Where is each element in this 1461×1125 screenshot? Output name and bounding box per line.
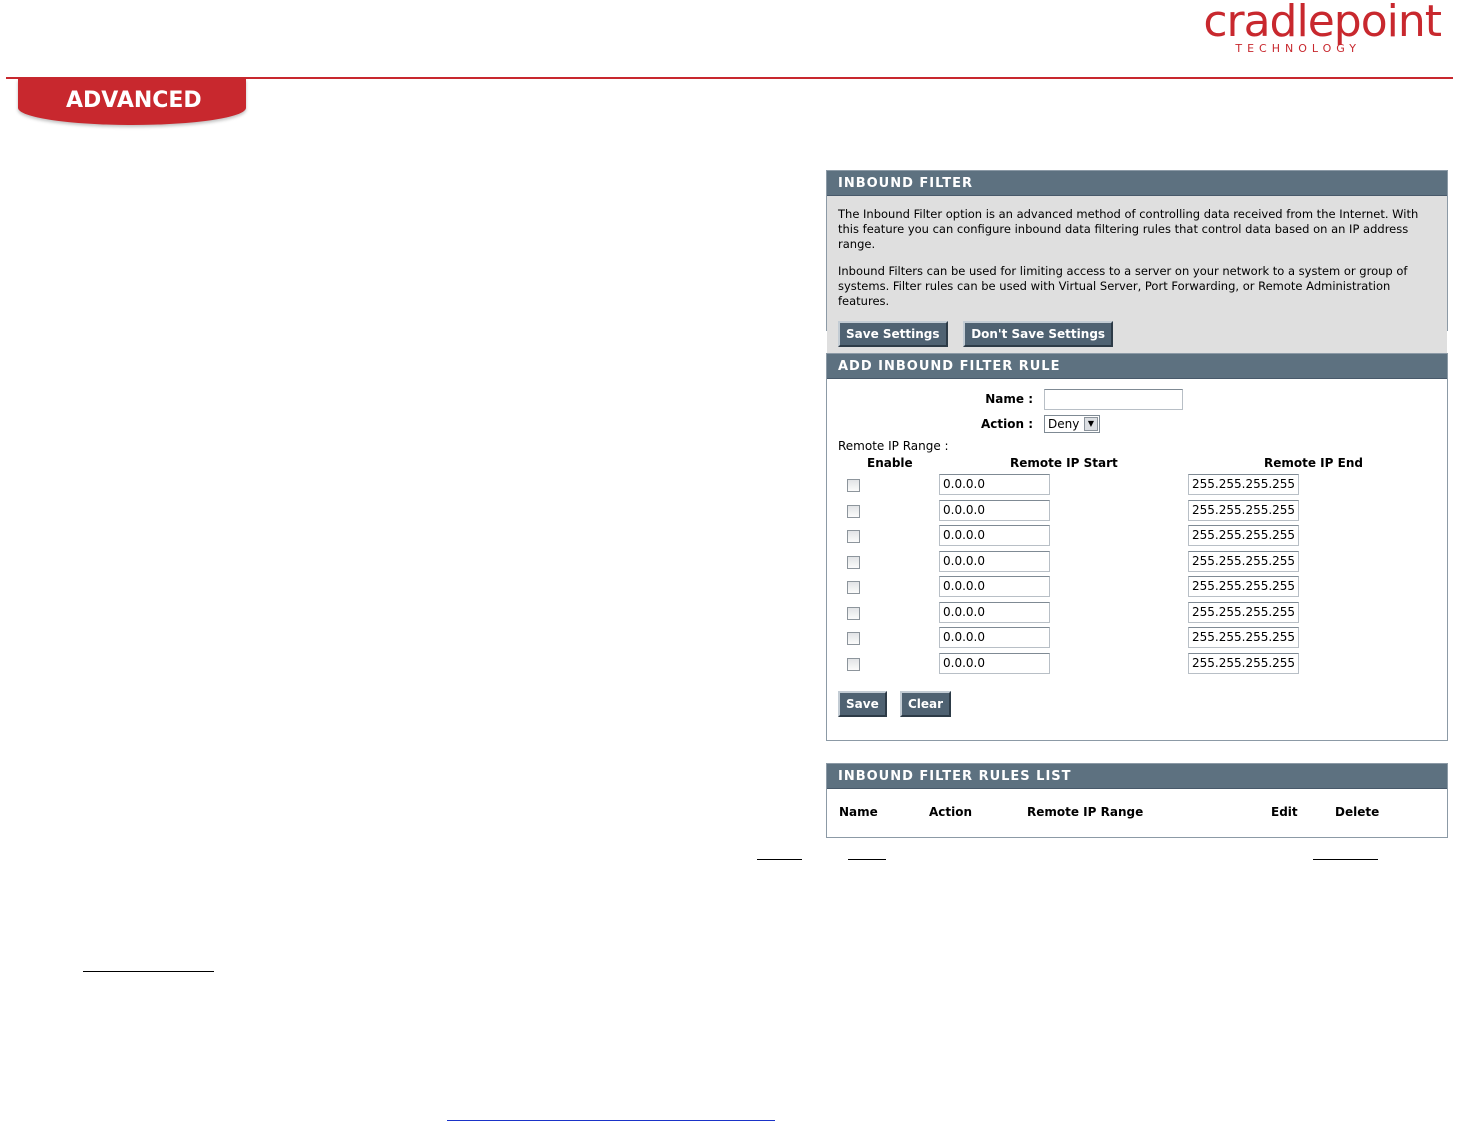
save-settings-button[interactable]: Save Settings (838, 321, 948, 347)
underline-mark (848, 859, 886, 860)
cradlepoint-logo: cradlepoint TECHNOLOGY (1203, 0, 1442, 55)
enable-checkbox[interactable] (847, 556, 860, 569)
section-tab-advanced: ADVANCED (18, 79, 246, 125)
underline-mark (1313, 859, 1378, 860)
panel-title: INBOUND FILTER (827, 171, 1447, 196)
ip-end-input[interactable]: 255.255.255.255 (1188, 576, 1299, 597)
range-column-header: Remote IP Range (1027, 805, 1144, 819)
enable-checkbox[interactable] (847, 607, 860, 620)
delete-column-header: Delete (1335, 805, 1380, 819)
enable-checkbox[interactable] (847, 479, 860, 492)
action-label: Action : (980, 417, 1033, 431)
enable-checkbox[interactable] (847, 530, 860, 543)
dont-save-settings-button[interactable]: Don't Save Settings (963, 321, 1114, 347)
enable-checkbox[interactable] (847, 632, 860, 645)
ip-start-input[interactable]: 0.0.0.0 (939, 627, 1050, 648)
ip-start-input[interactable]: 0.0.0.0 (939, 525, 1050, 546)
panel-title: INBOUND FILTER RULES LIST (827, 764, 1447, 789)
underline-mark (83, 971, 214, 972)
description-paragraph: Inbound Filters can be used for limiting… (838, 264, 1408, 308)
ip-start-input[interactable]: 0.0.0.0 (939, 653, 1050, 674)
enable-checkbox[interactable] (847, 581, 860, 594)
ip-end-input[interactable]: 255.255.255.255 (1188, 525, 1299, 546)
remote-ip-range-label: Remote IP Range : (838, 439, 949, 453)
ip-end-input[interactable]: 255.255.255.255 (1188, 500, 1299, 521)
action-selected-value: Deny (1048, 417, 1080, 431)
enable-column-header: Enable (867, 456, 913, 470)
ip-end-input[interactable]: 255.255.255.255 (1188, 653, 1299, 674)
rules-list-panel: INBOUND FILTER RULES LIST Name Action Re… (826, 763, 1448, 838)
description-paragraph: The Inbound Filter option is an advanced… (838, 207, 1419, 251)
ip-start-input[interactable]: 0.0.0.0 (939, 576, 1050, 597)
ip-start-input[interactable]: 0.0.0.0 (939, 602, 1050, 623)
save-button[interactable]: Save (838, 691, 887, 717)
panel-title: ADD INBOUND FILTER RULE (827, 354, 1447, 379)
clear-button[interactable]: Clear (900, 691, 952, 717)
underline-mark (757, 859, 802, 860)
ip-start-input[interactable]: 0.0.0.0 (939, 500, 1050, 521)
ip-end-column-header: Remote IP End (1264, 456, 1363, 470)
edit-column-header: Edit (1271, 805, 1298, 819)
action-select[interactable]: Deny ▼ (1044, 415, 1100, 433)
ip-start-input[interactable]: 0.0.0.0 (939, 551, 1050, 572)
inbound-filter-panel: INBOUND FILTER The Inbound Filter option… (826, 170, 1448, 358)
ip-end-input[interactable]: 255.255.255.255 (1188, 602, 1299, 623)
ip-end-input[interactable]: 255.255.255.255 (1188, 627, 1299, 648)
ip-end-input[interactable]: 255.255.255.255 (1188, 551, 1299, 572)
ip-start-column-header: Remote IP Start (1010, 456, 1118, 470)
link-underline[interactable] (447, 1120, 775, 1121)
add-rule-panel: ADD INBOUND FILTER RULE Name : Action : … (826, 353, 1448, 741)
enable-checkbox[interactable] (847, 658, 860, 671)
logo-wordmark: cradlepoint (1203, 0, 1442, 47)
name-label: Name : (985, 392, 1033, 406)
name-input[interactable] (1044, 389, 1183, 410)
name-column-header: Name (839, 805, 878, 819)
action-column-header: Action (929, 805, 973, 819)
enable-checkbox[interactable] (847, 505, 860, 518)
ip-start-input[interactable]: 0.0.0.0 (939, 474, 1050, 495)
chevron-down-icon[interactable]: ▼ (1084, 417, 1098, 431)
ip-end-input[interactable]: 255.255.255.255 (1188, 474, 1299, 495)
